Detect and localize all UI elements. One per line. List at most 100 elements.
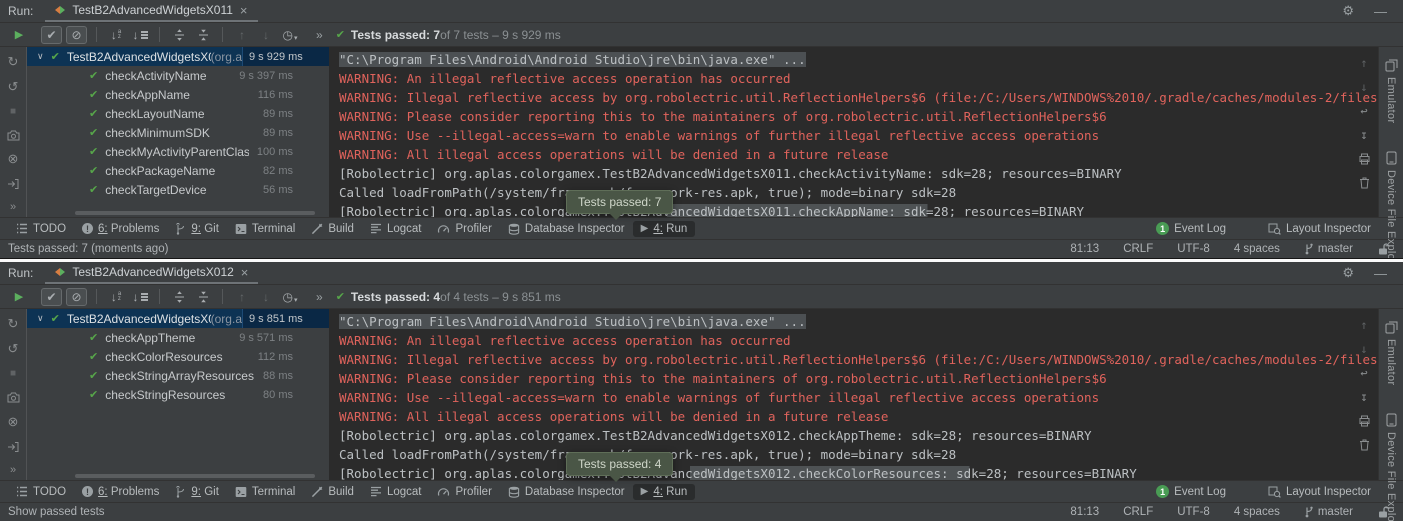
show-passed-toggle[interactable]: ✔ <box>41 288 62 306</box>
emulator-tool-button[interactable]: Emulator <box>1385 321 1398 385</box>
toolwindow-button-database-inspector[interactable]: Database Inspector <box>500 484 633 500</box>
status-segment[interactable]: 4 spaces <box>1234 243 1280 255</box>
toolwindow-button-terminal[interactable]: Terminal <box>227 484 303 500</box>
next-failed-test-button[interactable]: ↓ <box>256 288 276 306</box>
emulator-tool-button[interactable]: Emulator <box>1385 59 1398 123</box>
scroll-down-icon[interactable]: ↓ <box>1357 80 1371 94</box>
toolwindow-button-database-inspector[interactable]: Database Inspector <box>500 221 633 237</box>
settings-gear-icon[interactable]: ⚙ <box>1342 3 1354 19</box>
hidden-toolbar-actions-icon[interactable]: » <box>10 464 16 476</box>
scroll-down-icon[interactable]: ↓ <box>1357 342 1371 356</box>
close-icon[interactable]: × <box>241 266 249 279</box>
console-output[interactable]: "C:\Program Files\Android\Android Studio… <box>329 47 1378 217</box>
sort-alphabetically-button[interactable]: ↓az <box>106 288 126 306</box>
soft-wrap-icon[interactable]: ↩ <box>1357 366 1371 380</box>
next-failed-test-button[interactable]: ↓ <box>256 26 276 44</box>
toolwindow-button-profiler[interactable]: Profiler <box>429 484 499 500</box>
toolwindow-button-profiler[interactable]: Profiler <box>429 221 499 237</box>
horizontal-scrollbar[interactable] <box>75 474 315 478</box>
toolwindow-button-todo[interactable]: TODO <box>8 484 74 500</box>
test-history-button[interactable]: ◷▾ <box>280 288 300 306</box>
test-row[interactable]: ✔ checkLayoutName 89 ms <box>27 104 329 123</box>
print-icon[interactable] <box>1357 414 1371 428</box>
test-row[interactable]: ✔ checkAppName 116 ms <box>27 85 329 104</box>
show-ignored-toggle[interactable]: ⊘ <box>66 288 87 306</box>
device-file-explorer-tool-button[interactable]: Device File Explorer <box>1385 413 1397 521</box>
import-test-results-icon[interactable] <box>6 440 20 453</box>
soft-wrap-icon[interactable]: ↩ <box>1357 104 1371 118</box>
toolwindow-button-problems[interactable]: ! 6: Problems <box>74 484 167 500</box>
toolwindow-button-build[interactable]: Build <box>303 221 362 237</box>
event-log-button[interactable]: 1 Event Log <box>1148 483 1234 500</box>
expand-all-button[interactable] <box>169 26 189 44</box>
import-test-results-icon[interactable] <box>6 177 20 190</box>
device-file-explorer-tool-button[interactable]: Device File Explorer <box>1385 151 1397 258</box>
toolwindow-button-git[interactable]: 9: Git <box>167 221 227 237</box>
toolwindow-button-build[interactable]: Build <box>303 484 362 500</box>
previous-failed-test-button[interactable]: ↑ <box>232 288 252 306</box>
clear-icon[interactable]: ⊗ <box>6 152 20 166</box>
test-suite-row[interactable]: ∨ ✔ TestB2AdvancedWidgetsX011 (org.a 9 s… <box>27 47 329 66</box>
horizontal-scrollbar[interactable] <box>75 211 315 215</box>
rerun-icon[interactable]: ↻ <box>6 55 20 69</box>
show-ignored-toggle[interactable]: ⊘ <box>66 26 87 44</box>
status-segment[interactable]: 81:13 <box>1070 243 1099 255</box>
test-suite-row[interactable]: ∨ ✔ TestB2AdvancedWidgetsX012 (org.a 9 s… <box>27 309 329 328</box>
more-actions-icon[interactable]: » <box>316 290 324 304</box>
test-row[interactable]: ✔ checkPackageName 82 ms <box>27 161 329 180</box>
layout-inspector-button[interactable]: Layout Inspector <box>1260 221 1379 237</box>
test-row[interactable]: ✔ checkActivityName 9 s 397 ms <box>27 66 329 85</box>
event-log-button[interactable]: 1 Event Log <box>1148 220 1234 237</box>
toolwindow-button-run[interactable]: ▶ 4: Run <box>633 484 696 500</box>
expand-all-button[interactable] <box>169 288 189 306</box>
status-segment[interactable]: 4 spaces <box>1234 506 1280 518</box>
collapse-all-button[interactable] <box>193 288 213 306</box>
rerun-failed-tests-icon[interactable]: ↺ <box>6 342 20 356</box>
rerun-icon[interactable]: ↻ <box>6 317 20 331</box>
hidden-toolbar-actions-icon[interactable]: » <box>10 201 16 213</box>
sort-by-duration-button[interactable]: ↓ <box>130 26 150 44</box>
screenshot-icon[interactable] <box>6 391 20 404</box>
toolwindow-button-run[interactable]: ▶ 4: Run <box>633 221 696 237</box>
expander-chevron-icon[interactable]: ∨ <box>37 51 44 62</box>
stop-icon[interactable]: ■ <box>6 367 20 380</box>
scroll-to-end-icon[interactable]: ↧ <box>1357 128 1371 142</box>
toolwindow-button-todo[interactable]: TODO <box>8 221 74 237</box>
toolwindow-button-logcat[interactable]: Logcat <box>362 221 430 237</box>
test-tree[interactable]: ∨ ✔ TestB2AdvancedWidgetsX011 (org.a 9 s… <box>27 47 329 217</box>
sort-alphabetically-button[interactable]: ↓az <box>106 26 126 44</box>
toolwindow-button-problems[interactable]: ! 6: Problems <box>74 221 167 237</box>
scroll-to-end-icon[interactable]: ↧ <box>1357 390 1371 404</box>
more-actions-icon[interactable]: » <box>316 28 324 42</box>
run-tab[interactable]: TestB2AdvancedWidgetsX011 × <box>45 0 257 22</box>
scroll-up-icon[interactable]: ↑ <box>1357 56 1371 70</box>
close-icon[interactable]: × <box>240 4 248 17</box>
toolwindow-button-logcat[interactable]: Logcat <box>362 484 430 500</box>
test-history-button[interactable]: ◷▾ <box>280 26 300 44</box>
status-segment[interactable]: 81:13 <box>1070 506 1099 518</box>
layout-inspector-button[interactable]: Layout Inspector <box>1260 484 1379 500</box>
print-icon[interactable] <box>1357 152 1371 166</box>
expander-chevron-icon[interactable]: ∨ <box>37 313 44 324</box>
git-branch-widget[interactable]: master <box>1304 506 1353 518</box>
screenshot-icon[interactable] <box>6 129 20 142</box>
minimize-icon[interactable]: — <box>1374 266 1387 281</box>
rerun-tests-button[interactable]: ▶ <box>9 26 29 44</box>
run-tab[interactable]: TestB2AdvancedWidgetsX012 × <box>45 262 258 284</box>
rerun-failed-tests-icon[interactable]: ↺ <box>6 80 20 94</box>
test-row[interactable]: ✔ checkStringResources 80 ms <box>27 385 329 404</box>
console-output[interactable]: "C:\Program Files\Android\Android Studio… <box>329 309 1378 480</box>
status-segment[interactable]: CRLF <box>1123 243 1153 255</box>
previous-failed-test-button[interactable]: ↑ <box>232 26 252 44</box>
test-row[interactable]: ✔ checkAppTheme 9 s 571 ms <box>27 328 329 347</box>
clear-console-icon[interactable] <box>1357 438 1371 452</box>
sort-by-duration-button[interactable]: ↓ <box>130 288 150 306</box>
minimize-icon[interactable]: — <box>1374 4 1387 19</box>
git-branch-widget[interactable]: master <box>1304 243 1353 255</box>
settings-gear-icon[interactable]: ⚙ <box>1342 265 1354 281</box>
clear-console-icon[interactable] <box>1357 176 1371 190</box>
toolwindow-button-terminal[interactable]: Terminal <box>227 221 303 237</box>
test-row[interactable]: ✔ checkMinimumSDK 89 ms <box>27 123 329 142</box>
test-row[interactable]: ✔ checkMyActivityParentClass 100 ms <box>27 142 329 161</box>
rerun-tests-button[interactable]: ▶ <box>9 288 29 306</box>
